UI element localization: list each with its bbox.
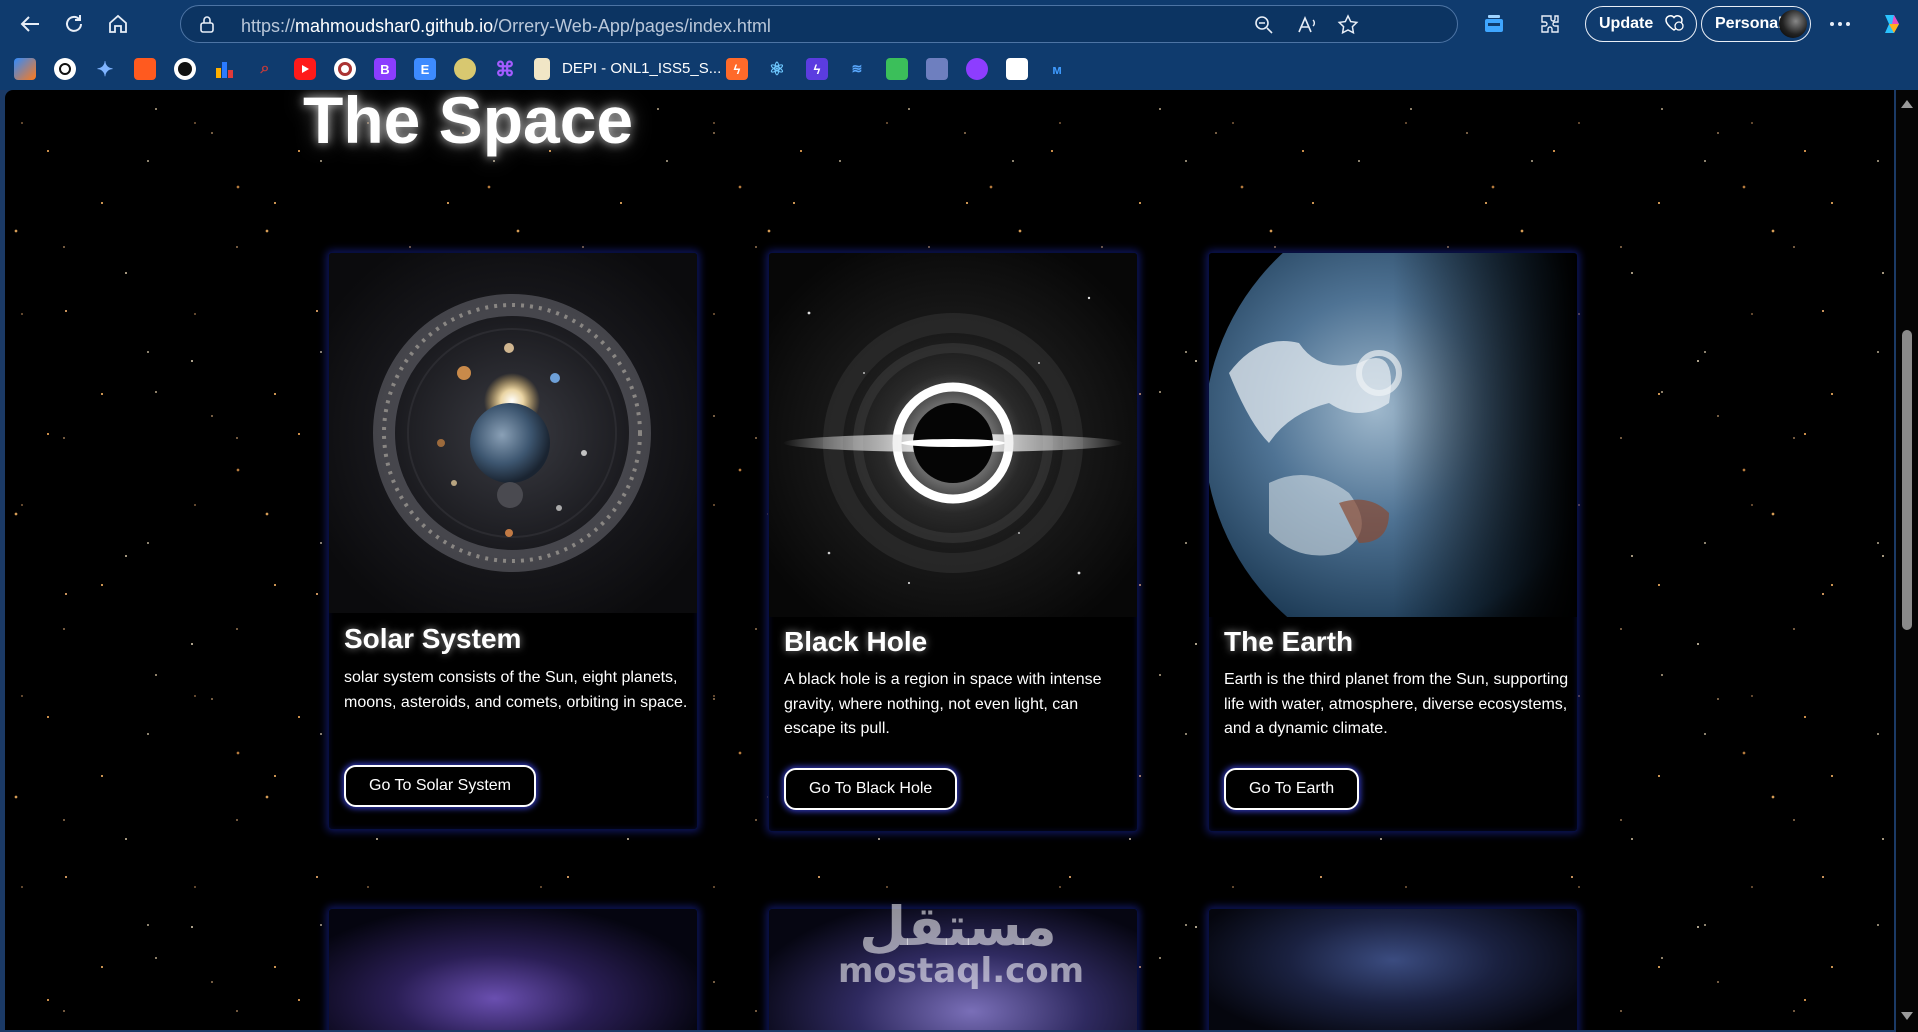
collections-icon[interactable] xyxy=(1480,10,1508,38)
bookmark-page-icon[interactable] xyxy=(1006,58,1028,80)
bookmark-emblem-icon[interactable] xyxy=(454,58,476,80)
bookmark-sparkle-icon[interactable]: ✦ xyxy=(94,58,116,81)
bookmark-bolt-icon[interactable]: ϟ xyxy=(726,58,748,80)
bookmark-image-icon[interactable] xyxy=(926,58,948,80)
bookmark-openai-icon[interactable] xyxy=(54,58,76,80)
card-solar-system: Solar System solar system consists of th… xyxy=(328,252,698,830)
home-icon[interactable] xyxy=(104,10,132,38)
back-icon[interactable] xyxy=(16,10,44,38)
go-to-solar-system-button[interactable]: Go To Solar System xyxy=(344,765,536,807)
card-description: A black hole is a region in space with i… xyxy=(784,671,1102,737)
card-starfield-preview xyxy=(1208,908,1578,1030)
bookmark-ms-icon[interactable]: м xyxy=(1046,58,1068,80)
bookmark-wave-icon[interactable]: ≋ xyxy=(846,58,868,80)
refresh-icon[interactable] xyxy=(60,10,88,38)
bookmark-copilot-icon[interactable] xyxy=(14,58,36,80)
update-label: Update xyxy=(1599,15,1654,32)
bookmark-chart-icon[interactable] xyxy=(214,58,236,80)
earth-image xyxy=(1209,253,1577,617)
address-bar[interactable]: https://mahmoudshar0.github.io/Orrery-We… xyxy=(180,5,1458,43)
card-black-hole: Black Hole A black hole is a region in s… xyxy=(768,252,1138,832)
watermark-arabic: مستقل xyxy=(859,895,1057,958)
bookmark-h-icon[interactable]: ⌘ xyxy=(494,58,516,81)
card-title: The Earth xyxy=(1224,626,1354,657)
bookmark-e-icon[interactable]: E xyxy=(414,58,436,80)
watermark-latin: mostaql.com xyxy=(838,951,1085,991)
lock-icon[interactable] xyxy=(199,15,215,38)
bookmark-react-icon[interactable]: ⚛ xyxy=(766,58,788,80)
watermark-logo: مستقل mostaql.com xyxy=(838,895,1085,991)
bookmark-document-icon[interactable] xyxy=(534,58,550,80)
bookmark-depi-label[interactable]: DEPI - ONL1_ISS5_S... xyxy=(562,60,721,77)
more-icon[interactable] xyxy=(1826,10,1854,38)
profile-label: Personal xyxy=(1715,15,1783,32)
url-path: /Orrery-Web-App/pages/index.html xyxy=(493,16,771,36)
zoom-icon[interactable] xyxy=(1253,14,1275,41)
bookmark-soundcloud-icon[interactable] xyxy=(134,58,156,80)
page-viewport: The Space Solar System solar system cons… xyxy=(5,90,1894,1030)
card-description: Earth is the third planet from the Sun, … xyxy=(1224,671,1569,737)
bookmark-flash-icon[interactable]: ϟ xyxy=(806,58,828,80)
card-description: solar system consists of the Sun, eight … xyxy=(344,669,688,711)
bookmark-circle-icon[interactable] xyxy=(334,58,356,80)
scroll-down-icon[interactable] xyxy=(1901,1012,1913,1020)
url-host: mahmoudshar0.github.io xyxy=(295,16,494,36)
black-hole-image xyxy=(769,253,1137,617)
profile-button[interactable]: Personal xyxy=(1701,6,1811,42)
vertical-scrollbar[interactable] xyxy=(1896,90,1918,1032)
avatar xyxy=(1779,10,1807,38)
card-title: Black Hole xyxy=(784,626,928,657)
bookmark-search-icon[interactable]: ⌕ xyxy=(254,58,276,80)
card-the-earth: The Earth Earth is the third planet from… xyxy=(1208,252,1578,832)
update-button[interactable]: Update xyxy=(1585,6,1697,42)
read-aloud-icon[interactable] xyxy=(1297,14,1319,41)
bookmark-shield-icon[interactable] xyxy=(966,58,988,80)
update-icon xyxy=(1663,12,1685,37)
card-nebula-preview xyxy=(328,908,698,1030)
solar-system-image xyxy=(329,253,697,613)
card-title: Solar System xyxy=(344,623,522,654)
copilot-icon[interactable] xyxy=(1878,10,1906,38)
scroll-up-icon[interactable] xyxy=(1901,100,1913,108)
bookmark-node-icon[interactable] xyxy=(886,58,908,80)
bookmark-b-icon[interactable]: B xyxy=(374,58,396,80)
url-text: https://mahmoudshar0.github.io/Orrery-We… xyxy=(241,16,771,37)
go-to-earth-button[interactable]: Go To Earth xyxy=(1224,768,1360,810)
bookmark-youtube-icon[interactable] xyxy=(294,58,316,80)
extensions-icon[interactable] xyxy=(1536,10,1564,38)
bookmarks-bar: ✦ ⌕ B E ⌘ DEPI - ONL1_ISS5_S... ϟ ⚛ ϟ ≋ … xyxy=(0,52,1918,86)
browser-chrome: https://mahmoudshar0.github.io/Orrery-We… xyxy=(0,0,1918,90)
browser-toolbar: https://mahmoudshar0.github.io/Orrery-We… xyxy=(0,0,1918,48)
bookmark-github-icon[interactable] xyxy=(174,58,196,80)
page-title: The Space xyxy=(303,90,634,157)
go-to-black-hole-button[interactable]: Go To Black Hole xyxy=(784,768,958,810)
favorite-icon[interactable] xyxy=(1337,14,1359,41)
url-scheme: https:// xyxy=(241,16,296,36)
scroll-thumb[interactable] xyxy=(1902,330,1912,630)
